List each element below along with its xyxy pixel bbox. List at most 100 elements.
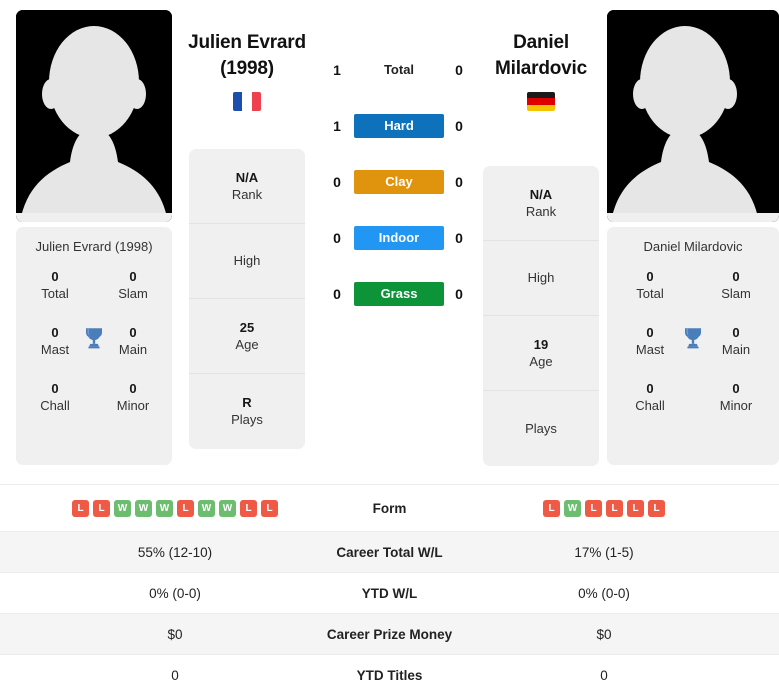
h2h-left-score: 0	[333, 230, 341, 246]
title-stat: 0 Minor	[94, 381, 172, 414]
left-player-name-line2: (1998)	[220, 58, 274, 79]
left-player-info-card: N/A Rank High 25 Age R Plays	[189, 149, 305, 449]
info-row-age: 19 Age	[483, 316, 599, 391]
form-badge-l: L	[72, 499, 89, 517]
title-value: 0	[646, 269, 654, 284]
info-label: Age	[235, 336, 259, 352]
left-value: 0	[0, 654, 322, 696]
title-label: Slam	[721, 286, 751, 301]
left-player-photo[interactable]	[16, 10, 172, 222]
form-badge-l: L	[606, 499, 623, 517]
h2h-surface-bar-hard[interactable]: Hard	[354, 114, 444, 138]
comparison-stats-table: LLWWWLWWLL Form LWLLLL 55% (12-10) Caree…	[0, 484, 779, 696]
left-form-cell: LLWWWLWWLL	[0, 484, 322, 532]
title-value: 0	[51, 269, 59, 284]
info-row-high: High	[483, 241, 599, 316]
right-value: 17% (1-5)	[457, 531, 779, 573]
left-value: 0% (0-0)	[0, 572, 322, 614]
title-stat: 0 Chall	[607, 381, 693, 414]
right-player-photo[interactable]	[607, 10, 779, 222]
left-value: $0	[0, 613, 322, 655]
h2h-right-score: 0	[455, 230, 463, 246]
left-form-strip: LLWWWLWWLL	[28, 499, 322, 517]
left-player-header: Julien Evrard (1998)	[184, 30, 310, 111]
right-form-strip: LWLLLL	[457, 499, 751, 517]
table-row-career-total-wl: 55% (12-10) Career Total W/L 17% (1-5)	[0, 531, 779, 573]
fr-flag-icon	[233, 92, 261, 111]
h2h-left-score: 0	[333, 174, 341, 190]
title-label: Total	[41, 286, 69, 301]
h2h-surface-bar-clay[interactable]: Clay	[354, 170, 444, 194]
info-row-rank: N/A Rank	[189, 149, 305, 224]
title-label: Chall	[40, 398, 70, 413]
info-label: High	[233, 253, 261, 268]
form-badge-w: W	[156, 499, 173, 517]
title-label: Chall	[635, 398, 665, 413]
info-value: N/A	[529, 186, 553, 202]
row-label: YTD Titles	[322, 654, 457, 696]
h2h-row-total: 1 Total 0	[322, 58, 474, 114]
title-value: 0	[51, 381, 59, 396]
head-to-head-column: 1 Total 0 1 Hard 0 0 Clay 0 0 Indoor 0 0	[322, 58, 474, 338]
form-badge-l: L	[627, 499, 644, 517]
right-value: $0	[457, 613, 779, 655]
title-stat: 0 Total	[16, 269, 94, 302]
title-value: 0	[646, 381, 654, 396]
trophy-icon	[85, 328, 103, 349]
player-comparison-page: Julien Evrard (1998) 0 Total 0 Slam 0 Ma…	[0, 0, 779, 699]
right-player-header: Daniel Milardovic	[478, 30, 604, 111]
info-row-rank: N/A Rank	[483, 166, 599, 241]
right-titles-grid: 0 Total 0 Slam 0 Mast 0 Main 0 Chall 0 M…	[607, 269, 779, 414]
title-value: 0	[129, 381, 137, 396]
info-label: Plays	[231, 412, 263, 427]
right-player-info-card: N/A Rank High 19 Age Plays	[483, 166, 599, 466]
title-value: 0	[732, 381, 740, 396]
h2h-surface-label: Total	[383, 62, 415, 77]
info-value: 25	[239, 319, 255, 335]
title-stat: 0 Minor	[693, 381, 779, 414]
title-label: Slam	[118, 286, 148, 301]
form-badge-l: L	[93, 499, 110, 517]
info-label: Plays	[525, 420, 557, 436]
h2h-surface-bar-indoor[interactable]: Indoor	[354, 226, 444, 250]
right-value: 0% (0-0)	[457, 572, 779, 614]
info-value: 19	[533, 336, 549, 352]
right-player-titles-card: Daniel Milardovic 0 Total 0 Slam 0 Mast …	[607, 227, 779, 465]
info-row-plays: R Plays	[189, 374, 305, 449]
form-badge-l: L	[240, 499, 257, 517]
form-badge-l: L	[261, 499, 278, 517]
form-badge-w: W	[135, 499, 152, 517]
title-stat: 0 Slam	[94, 269, 172, 302]
h2h-surface-bar-grass[interactable]: Grass	[354, 282, 444, 306]
info-row-age: 25 Age	[189, 299, 305, 374]
h2h-row-hard: 1 Hard 0	[322, 114, 474, 170]
h2h-row-clay: 0 Clay 0	[322, 170, 474, 226]
info-label: Rank	[525, 203, 557, 219]
form-badge-w: W	[564, 499, 581, 517]
info-row-high: High	[189, 224, 305, 299]
h2h-right-score: 0	[455, 286, 463, 302]
left-titles-grid: 0 Total 0 Slam 0 Mast 0 Main 0 Chall 0 M…	[16, 269, 172, 414]
h2h-left-score: 0	[333, 286, 341, 302]
form-badge-l: L	[585, 499, 602, 517]
title-label: Total	[636, 286, 664, 301]
right-player-card-name: Daniel Milardovic	[643, 239, 743, 254]
right-value: 0	[457, 654, 779, 696]
info-label: High	[527, 270, 555, 285]
table-row-ytd-wl: 0% (0-0) YTD W/L 0% (0-0)	[0, 572, 779, 614]
h2h-right-score: 0	[455, 118, 463, 134]
info-label: Rank	[231, 186, 263, 202]
info-row-plays: Plays	[483, 391, 599, 466]
table-row-career-prize-money: $0 Career Prize Money $0	[0, 613, 779, 655]
h2h-row-grass: 0 Grass 0	[322, 282, 474, 338]
title-stat: 0 Chall	[16, 381, 94, 414]
player-silhouette-icon	[16, 10, 172, 222]
title-label: Minor	[719, 398, 753, 413]
form-badge-l: L	[177, 499, 194, 517]
form-badge-w: W	[219, 499, 236, 517]
h2h-row-indoor: 0 Indoor 0	[322, 226, 474, 282]
left-value: 55% (12-10)	[0, 531, 322, 573]
title-stat: 0 Slam	[693, 269, 779, 302]
table-row-form: LLWWWLWWLL Form LWLLLL	[0, 484, 779, 532]
h2h-right-score: 0	[455, 62, 463, 78]
